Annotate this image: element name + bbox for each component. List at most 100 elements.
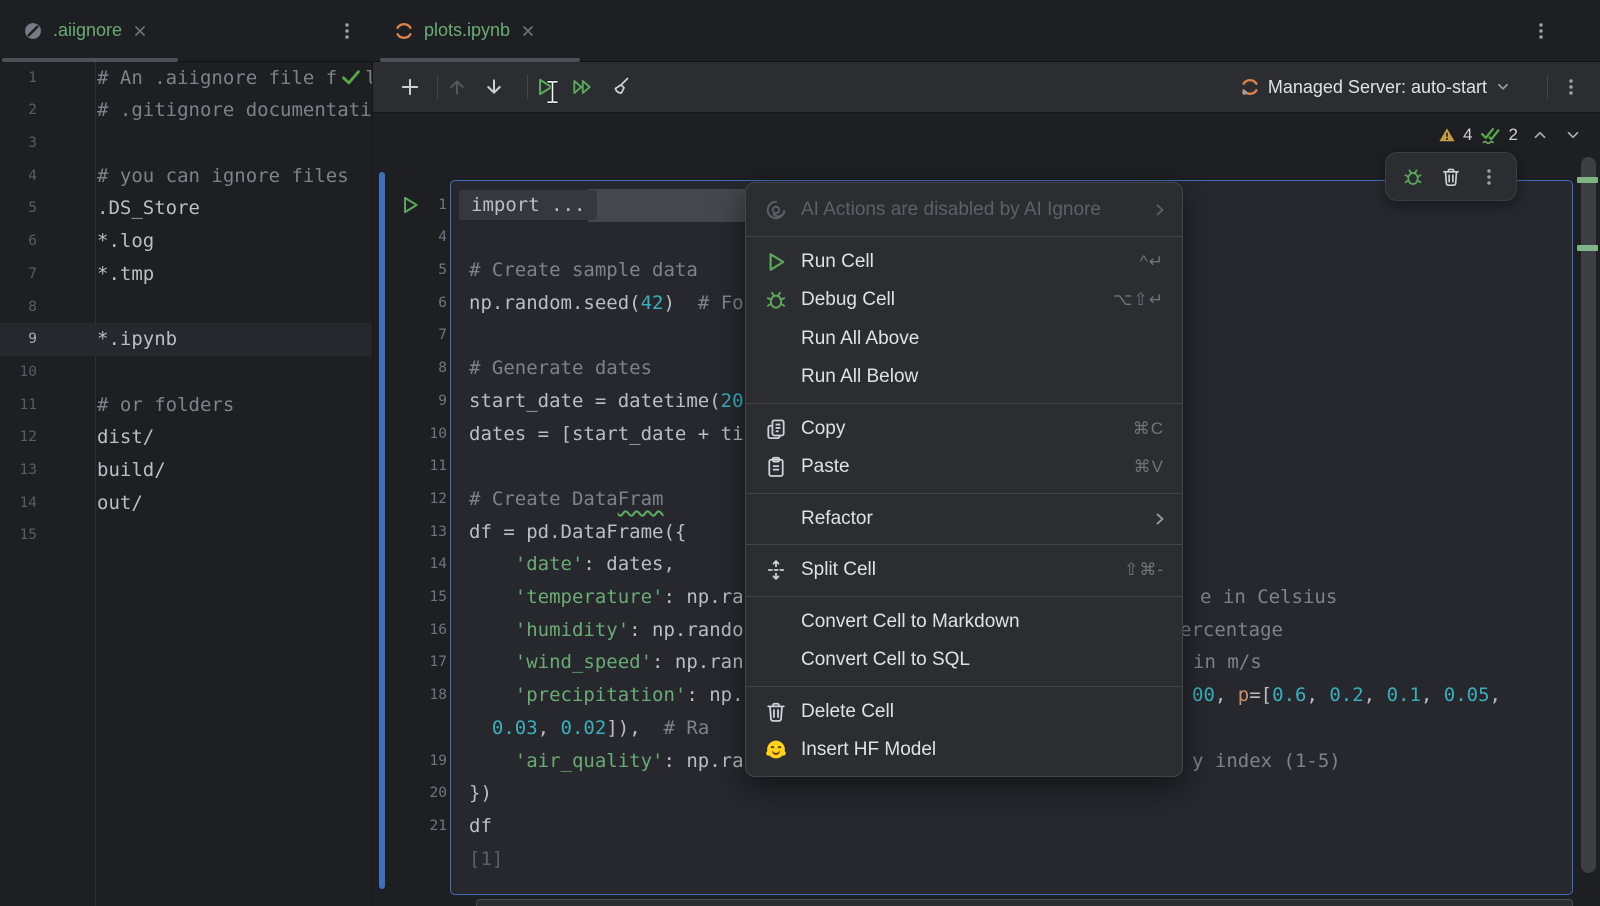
debug-cell-icon[interactable] (1402, 166, 1424, 188)
code-line: *.ipynb (97, 323, 177, 356)
run-gutter-icon[interactable] (399, 194, 421, 216)
line-number: 10 (380, 418, 447, 451)
menu-item-label: AI Actions are disabled by AI Ignore (801, 199, 1101, 221)
code-token: : np.rando (629, 619, 743, 641)
menu-item-convert-cell-to-sql[interactable]: Convert Cell to SQL (746, 641, 1182, 680)
menu-item-delete-cell[interactable]: Delete Cell (746, 693, 1182, 732)
code-token: *.tmp (97, 263, 154, 285)
code-line: # An .aiignore file fl (97, 62, 373, 95)
code-line: ercentage (1180, 614, 1283, 647)
line-number: 19 (380, 745, 447, 778)
code-line: 'wind_speed': np.ran (469, 646, 744, 679)
code-line: .DS_Store (97, 192, 200, 225)
delete-cell-icon[interactable] (1440, 166, 1462, 188)
line-number: 6 (380, 287, 447, 320)
code-token: out/ (97, 492, 143, 514)
menu-item-copy[interactable]: Copy⌘C (746, 410, 1182, 449)
ide-window: .aiignore 1# An .aiignore file fl2# .git… (0, 0, 1600, 906)
next-problem-icon[interactable] (1564, 126, 1582, 144)
line-number: 15 (0, 519, 37, 552)
line-number: 15 (380, 581, 447, 614)
more-icon[interactable] (1478, 166, 1500, 188)
menu-divider (746, 544, 1182, 545)
code-line: df = pd.DataFrame({ (469, 516, 686, 549)
left-tab-bar: .aiignore (0, 0, 372, 62)
line-number: 14 (0, 487, 37, 520)
checks-passed-icon (1479, 124, 1501, 146)
hf-icon (764, 738, 788, 762)
vertical-scrollbar-thumb[interactable] (1581, 157, 1596, 873)
menu-item-run-all-below[interactable]: Run All Below (746, 358, 1182, 397)
more-icon[interactable] (1530, 20, 1552, 42)
tab-plots-ipynb[interactable]: plots.ipynb (393, 0, 537, 61)
menu-divider (746, 236, 1182, 237)
close-icon[interactable] (131, 22, 149, 40)
close-icon[interactable] (519, 22, 537, 40)
menu-item-debug-cell[interactable]: Debug Cell⌥⇧↵ (746, 281, 1182, 320)
change-marker[interactable] (1577, 245, 1598, 251)
no-entry-icon (22, 20, 44, 42)
code-token: 0.05 (1444, 684, 1490, 706)
menu-divider (746, 403, 1182, 404)
chevron-down-icon (1494, 78, 1512, 96)
line-number: 8 (380, 352, 447, 385)
tab-plots-label: plots.ipynb (424, 20, 510, 41)
code-token: ]), (606, 717, 663, 739)
menu-item-paste[interactable]: Paste⌘V (746, 448, 1182, 487)
code-line: 'date': dates, (469, 548, 675, 581)
prev-problem-icon[interactable] (1531, 126, 1549, 144)
line-number: 9 (0, 323, 37, 356)
code-token (469, 717, 492, 739)
output-table-edge (476, 899, 1573, 906)
code-token: [1] (469, 848, 503, 870)
line-number: 4 (380, 221, 447, 254)
code-token: build/ (97, 459, 166, 481)
server-selector[interactable]: Managed Server: auto-start (1239, 62, 1512, 112)
code-token: e in Celsius (1200, 586, 1337, 608)
inspections-widget[interactable]: 4 2 (1438, 122, 1582, 148)
folded-code-region[interactable]: import ... (459, 190, 597, 220)
more-icon[interactable] (336, 20, 358, 42)
aiignore-editor[interactable]: 1# An .aiignore file fl2# .gitignore doc… (0, 62, 373, 906)
move-cell-up-icon[interactable] (446, 76, 468, 98)
code-token: : np.ra (663, 750, 743, 772)
code-line: *.tmp (97, 258, 154, 291)
add-cell-icon[interactable] (399, 76, 421, 98)
menu-item-split-cell[interactable]: Split Cell⇧⌘- (746, 551, 1182, 590)
line-number: 20 (380, 777, 447, 810)
split-icon (764, 558, 788, 582)
code-token: # Create sample data (469, 259, 698, 281)
run-all-icon[interactable] (571, 76, 593, 98)
more-icon[interactable] (1560, 76, 1582, 98)
menu-item-run-cell[interactable]: Run Cell^↵ (746, 243, 1182, 282)
code-token: Fram (618, 488, 664, 510)
chevron-right-icon (1150, 200, 1170, 220)
menu-item-convert-cell-to-markdown[interactable]: Convert Cell to Markdown (746, 603, 1182, 642)
change-marker[interactable] (1577, 177, 1598, 183)
code-line: # Create sample data (469, 254, 698, 287)
menu-item-run-all-above[interactable]: Run All Above (746, 320, 1182, 359)
menu-item-label: Paste (801, 456, 850, 478)
line-number: 4 (0, 160, 37, 193)
clear-outputs-icon[interactable] (609, 75, 631, 97)
code-line: build/ (97, 454, 166, 487)
code-token: # .gitignore documentati (97, 99, 372, 121)
tab-aiignore-label: .aiignore (53, 20, 122, 41)
line-number: 11 (380, 450, 447, 483)
menu-item-shortcut: ⌥⇧↵ (1113, 290, 1164, 310)
code-token (469, 684, 515, 706)
tab-aiignore[interactable]: .aiignore (22, 0, 149, 61)
code-token: # you can ignore files (97, 165, 349, 187)
menu-item-shortcut: ⌘C (1133, 419, 1164, 439)
line-number: 17 (380, 646, 447, 679)
paste-icon (764, 455, 788, 479)
line-number: 2 (0, 94, 37, 127)
code-token: 20 (721, 390, 744, 412)
code-token: df = pd.DataFrame({ (469, 521, 686, 543)
selection-highlight (588, 189, 745, 222)
code-token: # An .aiignore file f (97, 67, 337, 89)
code-token: # Ra (664, 717, 710, 739)
move-cell-down-icon[interactable] (483, 76, 505, 98)
menu-item-insert-hf-model[interactable]: Insert HF Model (746, 731, 1182, 770)
menu-item-refactor[interactable]: Refactor (746, 500, 1182, 539)
